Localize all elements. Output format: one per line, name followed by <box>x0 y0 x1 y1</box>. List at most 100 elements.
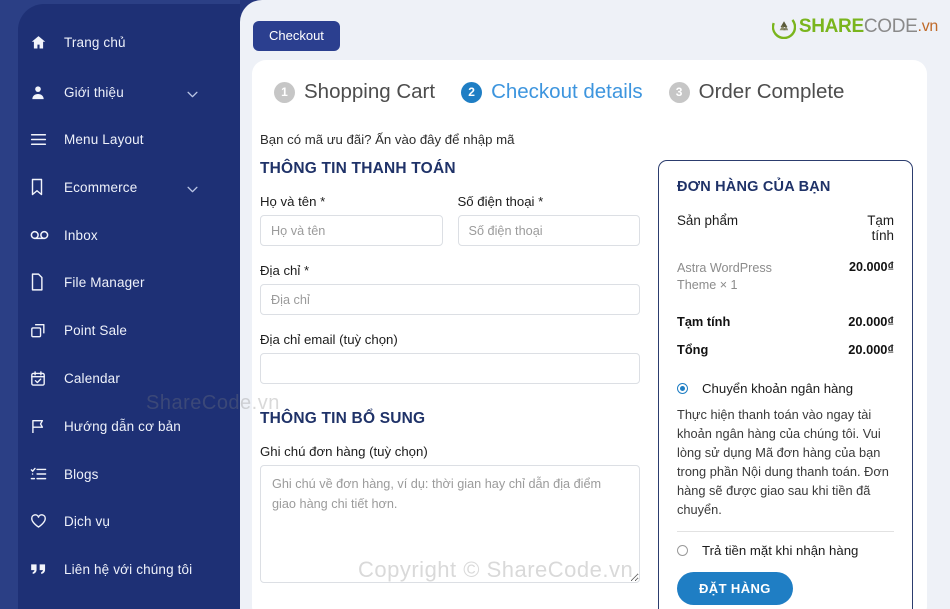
chevron-down-icon[interactable] <box>187 180 198 198</box>
fullname-label: Họ và tên * <box>260 194 326 209</box>
payment-methods: Chuyển khoản ngân hàng Thực hiện thanh t… <box>677 381 894 606</box>
sidebar-item-label: Giới thiệu <box>64 84 124 100</box>
order-note-textarea[interactable] <box>260 465 640 583</box>
sidebar-item-label: Calendar <box>64 370 120 386</box>
total-value: 20.000₫ <box>848 341 894 357</box>
payment-divider <box>677 531 894 533</box>
checkout-card: 1 Shopping Cart 2 Checkout details 3 Order Co… <box>252 60 927 609</box>
step-label: Shopping Cart <box>304 80 436 103</box>
sidebar-item-blogs[interactable]: Blogs <box>30 459 220 489</box>
order-items-list: Astra WordPress Theme × 1 20.000₫ <box>677 260 894 294</box>
order-table-header: Sản phẩm Tạm tính <box>677 213 894 244</box>
checkout-step-1[interactable]: 1 Shopping Cart <box>274 80 435 104</box>
sidebar-item-menu-layout[interactable]: Menu Layout <box>30 124 220 154</box>
logo-text-code: CODE <box>863 16 918 37</box>
email-input[interactable] <box>260 353 640 384</box>
recycle-icon <box>771 14 797 40</box>
step-label: Checkout details <box>491 80 643 103</box>
radio-cod[interactable] <box>677 545 688 557</box>
col-product-label: Sản phẩm <box>677 213 739 228</box>
order-summary-title: ĐƠN HÀNG CỦA BẠN <box>677 179 831 195</box>
sidebar-item-gi-i-thi-u[interactable]: Giới thiệu <box>30 77 220 107</box>
phone-input[interactable] <box>457 215 640 246</box>
flag-icon <box>30 415 56 437</box>
sharecode-logo: SHARE CODE .vn <box>771 14 939 40</box>
fullname-field-group: Họ và tên * <box>260 194 443 246</box>
place-order-button[interactable]: ĐẶT HÀNG <box>677 572 793 606</box>
payment-label-bank-transfer: Chuyển khoản ngân hàng <box>702 380 854 396</box>
sidebar-item-label: Trang chủ <box>64 34 126 50</box>
radio-bank-transfer[interactable] <box>677 382 688 394</box>
sidebar-item-point-sale[interactable]: Point Sale <box>30 315 220 345</box>
checkout-step-3[interactable]: 3 Order Complete <box>668 80 845 104</box>
address-label: Địa chỉ * <box>260 263 310 278</box>
sidebar-item-h-ng-d-n-c-b-n[interactable]: Hướng dẫn cơ bản <box>30 411 220 441</box>
order-note-label: Ghi chú đơn hàng (tuỳ chọn) <box>260 444 428 459</box>
additional-section-title: THÔNG TIN BỔ SUNG <box>260 410 426 427</box>
sidebar-item-d-ch-v[interactable]: Dịch vụ <box>30 506 220 536</box>
sidebar-item-label: Liên hệ với chúng tôi <box>64 561 193 577</box>
checkout-button[interactable]: Checkout <box>253 21 340 51</box>
app-root: Trang chủ Giới thiệu Menu Layout Ecommerce I… <box>0 0 950 609</box>
email-field-group: Địa chỉ email (tuỳ chọn) <box>260 332 640 384</box>
hamburger-icon <box>30 128 56 150</box>
chevron-down-icon[interactable] <box>187 85 198 103</box>
step-number-badge: 3 <box>668 81 690 103</box>
checkout-step-2[interactable]: 2 Checkout details <box>461 80 643 104</box>
home-icon <box>30 31 56 53</box>
bookmark-icon <box>30 176 56 198</box>
payment-option-cod[interactable]: Trả tiền mặt khi nhận hàng <box>677 543 894 558</box>
fullname-input[interactable] <box>260 215 443 246</box>
order-item-row: Astra WordPress Theme × 1 20.000₫ <box>677 260 894 294</box>
checklist-icon <box>30 463 56 485</box>
step-number-badge: 1 <box>274 81 295 103</box>
heart-icon <box>30 510 56 532</box>
subtotal-label: Tạm tính <box>677 313 731 329</box>
email-label: Địa chỉ email (tuỳ chọn) <box>260 332 398 347</box>
col-subtotal-label: Tạm tính <box>867 213 894 244</box>
payment-option-bank-transfer[interactable]: Chuyển khoản ngân hàng <box>677 381 894 396</box>
order-item-price: 20.000₫ <box>849 259 894 274</box>
step-label: Order Complete <box>698 80 845 103</box>
sidebar-item-label: Hướng dẫn cơ bản <box>64 418 181 434</box>
sidebar-item-label: Point Sale <box>64 322 128 338</box>
billing-form: THÔNG TIN THANH TOÁN Họ và tên * Số điện… <box>260 160 640 588</box>
checkout-steps: 1 Shopping Cart 2 Checkout details 3 Order Co… <box>274 80 870 104</box>
calendar-icon <box>30 367 56 389</box>
order-note-group: Ghi chú đơn hàng (tuỳ chọn) <box>260 444 640 588</box>
sidebar-item-label: Inbox <box>64 227 98 243</box>
logo-text-vn: .vn <box>917 18 939 35</box>
file-icon <box>30 271 56 293</box>
order-total-row: Tổng 20.000₫ <box>677 342 894 357</box>
sidebar-item-ecommerce[interactable]: Ecommerce <box>30 172 220 202</box>
quote-icon <box>30 558 56 580</box>
phone-label: Số điện thoại * <box>457 194 544 209</box>
sidebar-item-inbox[interactable]: Inbox <box>30 220 220 250</box>
phone-field-group: Số điện thoại * <box>457 194 640 246</box>
subtotal-value: 20.000₫ <box>848 313 894 329</box>
copy-icon <box>30 319 56 341</box>
sidebar-item-li-n-h-v-i-ch-ng-t-i[interactable]: Liên hệ với chúng tôi <box>30 554 220 584</box>
sidebar-item-label: Blogs <box>64 466 99 482</box>
logo-text-share: SHARE <box>798 16 864 37</box>
billing-section-title: THÔNG TIN THANH TOÁN <box>260 160 456 177</box>
address-field-group: Địa chỉ * <box>260 263 640 315</box>
sidebar-item-label: Dịch vụ <box>64 513 111 529</box>
sidebar-item-file-manager[interactable]: File Manager <box>30 267 220 297</box>
total-label: Tổng <box>677 341 709 357</box>
order-summary-box: ĐƠN HÀNG CỦA BẠN Sản phẩm Tạm tính Astra … <box>658 160 913 609</box>
coupon-toggle-link[interactable]: Bạn có mã ưu đãi? Ấn vào đây để nhập mã <box>260 132 514 147</box>
sidebar-item-calendar[interactable]: Calendar <box>30 363 220 393</box>
step-number-badge: 2 <box>461 81 483 103</box>
sidebar-item-trang-ch[interactable]: Trang chủ <box>30 27 220 57</box>
voicemail-icon <box>30 224 56 246</box>
sidebar-item-label: Ecommerce <box>64 179 138 195</box>
sidebar-item-label: File Manager <box>64 274 145 290</box>
payment-description-bank-transfer: Thực hiện thanh toán vào ngay tài khoản … <box>677 406 889 517</box>
address-input[interactable] <box>260 284 640 315</box>
user-icon <box>30 81 56 103</box>
order-item-name: Astra WordPress Theme × 1 <box>677 260 772 292</box>
sidebar: Trang chủ Giới thiệu Menu Layout Ecommerce I… <box>0 0 240 609</box>
payment-label-cod: Trả tiền mặt khi nhận hàng <box>702 543 859 559</box>
content-area: Checkout SHARE CODE .vn 1 Shopping Cart 2 C… <box>240 0 950 609</box>
